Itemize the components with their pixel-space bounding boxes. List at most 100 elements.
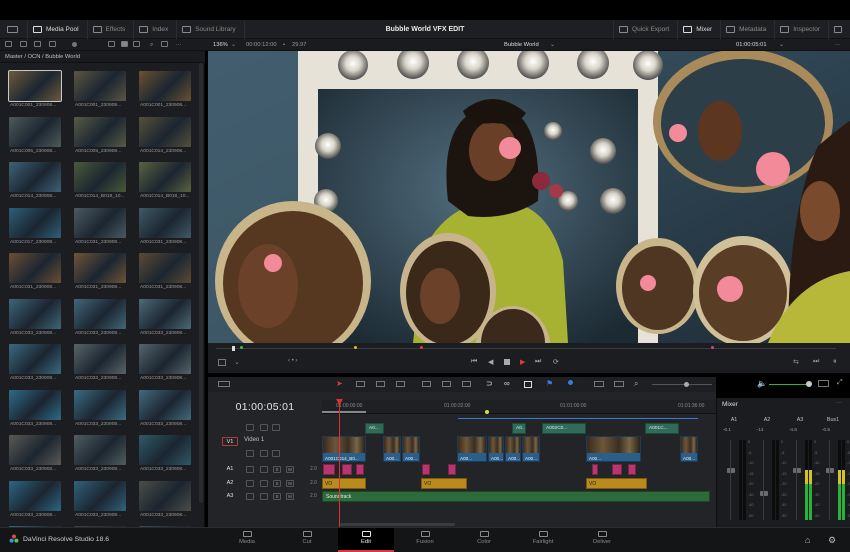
- insert-clip-icon[interactable]: [422, 381, 431, 387]
- snapping-icon[interactable]: ⊃: [486, 379, 493, 388]
- media-pool-scrollbar[interactable]: [199, 63, 203, 503]
- page-tab-edit[interactable]: Edit: [338, 528, 394, 552]
- media-pool-clip[interactable]: A001C033_230908...: [136, 386, 191, 432]
- media-pool-clip[interactable]: A001C014_B018_10...: [136, 158, 191, 204]
- marker-dot[interactable]: [240, 346, 243, 349]
- thumb-size-slider[interactable]: [71, 41, 77, 47]
- page-tab-cut[interactable]: Cut: [279, 528, 335, 552]
- list-view-icon[interactable]: [108, 41, 116, 48]
- media-pool-clip[interactable]: A001C033_230908...: [71, 386, 126, 432]
- replace-clip-icon[interactable]: [462, 381, 471, 387]
- track-id-a1[interactable]: A1: [222, 465, 238, 474]
- media-pool-clip[interactable]: A001C014_B018_10...: [71, 158, 126, 204]
- track-id-v1[interactable]: V1: [222, 437, 238, 446]
- video-clip[interactable]: A00...: [457, 436, 487, 462]
- track-visibility-icon[interactable]: [272, 450, 280, 457]
- loop-icon[interactable]: ⟳: [553, 358, 559, 366]
- pool-options-icon[interactable]: [160, 41, 168, 48]
- video-clip[interactable]: A00...: [488, 436, 504, 462]
- audio-clip[interactable]: [612, 464, 622, 475]
- media-pool-breadcrumb[interactable]: Master / OCN / Bubble World: [0, 51, 205, 63]
- ruler-marker[interactable]: [485, 410, 489, 414]
- mute-button[interactable]: M: [286, 493, 294, 500]
- marker-dot[interactable]: [711, 346, 714, 349]
- inspector-button[interactable]: Inspector: [774, 20, 828, 39]
- fusion-clip[interactable]: A0...: [512, 423, 526, 434]
- media-pool-clip[interactable]: A001C033_230908...: [136, 295, 191, 341]
- fader-track[interactable]: [829, 440, 830, 520]
- viewer-mode-icon[interactable]: [218, 359, 226, 366]
- solo-button[interactable]: S: [273, 480, 281, 487]
- metadata-button[interactable]: Metadata: [720, 20, 774, 39]
- voiceover-clip[interactable]: VO: [586, 478, 647, 489]
- media-pool-clip[interactable]: A001C031_230908...: [136, 249, 191, 295]
- audio-meter-icon[interactable]: [818, 380, 829, 387]
- media-pool-clip[interactable]: A001C033_230908...: [71, 340, 126, 386]
- selection-tool-icon[interactable]: ➤: [336, 379, 343, 388]
- viewer-more-icon[interactable]: ···: [835, 39, 841, 51]
- settings-gear-icon[interactable]: ⚙: [828, 535, 836, 546]
- media-pool-clip[interactable]: A001C014_230908...: [136, 113, 191, 159]
- stop-icon[interactable]: [504, 359, 510, 365]
- viewer-zoom[interactable]: 136%: [213, 39, 228, 51]
- track-options-icon[interactable]: [260, 466, 268, 473]
- lock-icon[interactable]: [246, 466, 254, 473]
- page-tab-media[interactable]: Media: [219, 528, 275, 552]
- page-tab-color[interactable]: Color: [456, 528, 512, 552]
- media-pool-clip[interactable]: A001C033_230908...: [136, 477, 191, 523]
- track-options-icon[interactable]: [260, 480, 268, 487]
- mixer-options-icon[interactable]: ···: [836, 400, 842, 406]
- viewer-options-icon[interactable]: ⌄: [779, 39, 784, 51]
- marker-dot[interactable]: [354, 346, 357, 349]
- play-reverse-icon[interactable]: ◀: [488, 358, 493, 366]
- channel-fader[interactable]: [826, 468, 834, 473]
- track-options-icon[interactable]: [260, 424, 268, 431]
- audio-volume-knob[interactable]: [806, 381, 812, 387]
- workspace-layout-icon[interactable]: [0, 19, 28, 39]
- lock-icon[interactable]: [246, 424, 254, 431]
- audio-volume-icon[interactable]: 🔈: [757, 379, 767, 388]
- home-icon[interactable]: ⌂: [805, 535, 810, 545]
- list-options-icon[interactable]: [19, 41, 27, 48]
- mute-button[interactable]: M: [286, 480, 294, 487]
- page-tab-fairlight[interactable]: Fairlight: [515, 528, 571, 552]
- solo-button[interactable]: S: [273, 466, 281, 473]
- video-clip[interactable]: A00...: [402, 436, 420, 462]
- timeline-scrollbar[interactable]: [340, 523, 455, 526]
- media-pool-clip[interactable]: A001C031_230908...: [6, 249, 61, 295]
- track-id-a2[interactable]: A2: [222, 479, 238, 488]
- edit-point-icon[interactable]: ⏸: [833, 358, 837, 366]
- track-id-a3[interactable]: A3: [222, 492, 238, 501]
- page-tab-deliver[interactable]: Deliver: [574, 528, 630, 552]
- timeline-view-icon[interactable]: [218, 381, 230, 387]
- audio-clip[interactable]: [323, 464, 335, 475]
- trim-tool-icon[interactable]: [356, 381, 365, 387]
- chevron-down-icon[interactable]: ⌄: [234, 358, 240, 366]
- play-icon[interactable]: ▶: [520, 358, 525, 366]
- effects-button[interactable]: Effects: [88, 19, 135, 39]
- media-pool-clip[interactable]: A001C033_230908...: [6, 431, 61, 477]
- media-pool-clip[interactable]: A001C001_230908...: [6, 67, 62, 113]
- media-pool-clip[interactable]: A001C033_230908...: [71, 477, 126, 523]
- fader-track[interactable]: [730, 440, 731, 520]
- next-frame-icon[interactable]: ⏭: [813, 358, 819, 366]
- voiceover-clip[interactable]: VO: [421, 478, 467, 489]
- media-pool-clip[interactable]: A001C031_230908...: [136, 204, 191, 250]
- sidebar-toggle-icon[interactable]: [5, 41, 12, 48]
- fullscreen-timeline-icon[interactable]: ⤢: [837, 379, 843, 387]
- scrub-playhead[interactable]: [232, 346, 235, 351]
- skip-start-icon[interactable]: ⏮: [471, 358, 477, 366]
- fullscreen-icon[interactable]: [828, 20, 850, 39]
- dynamic-trim-icon[interactable]: [376, 381, 385, 387]
- channel-fader[interactable]: [793, 468, 801, 473]
- media-pool-clip[interactable]: A001C005_230908...: [6, 113, 61, 159]
- mute-button[interactable]: M: [286, 466, 294, 473]
- audio-clip[interactable]: [342, 464, 352, 475]
- grid-view-icon[interactable]: [120, 41, 128, 48]
- fusion-clip[interactable]: A0...: [365, 423, 384, 434]
- scrub-track[interactable]: [216, 348, 836, 349]
- video-clip[interactable]: A00...: [383, 436, 401, 462]
- media-pool-clip[interactable]: A001C033_230908...: [71, 295, 126, 341]
- chevron-down-icon[interactable]: ⌄: [550, 39, 555, 51]
- media-pool-clip[interactable]: A001C001_230908...: [136, 67, 191, 113]
